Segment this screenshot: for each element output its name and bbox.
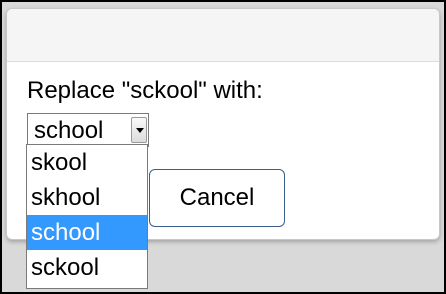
cancel-button[interactable]: Cancel [149,169,285,227]
option-item[interactable]: sckool [27,250,147,285]
option-item[interactable]: skool [27,145,147,180]
replacement-select-value: school [34,117,104,144]
dropdown-button[interactable] [131,117,147,143]
option-item[interactable]: skhool [27,180,147,215]
option-item-selected[interactable]: school [27,215,147,250]
replacement-options-list: skool skhool school sckool [26,144,148,289]
replace-prompt: Replace "sckool" with: [27,77,263,104]
dialog-titlebar [7,9,439,62]
chevron-down-icon [136,128,144,133]
replacement-select[interactable]: school [27,113,149,147]
